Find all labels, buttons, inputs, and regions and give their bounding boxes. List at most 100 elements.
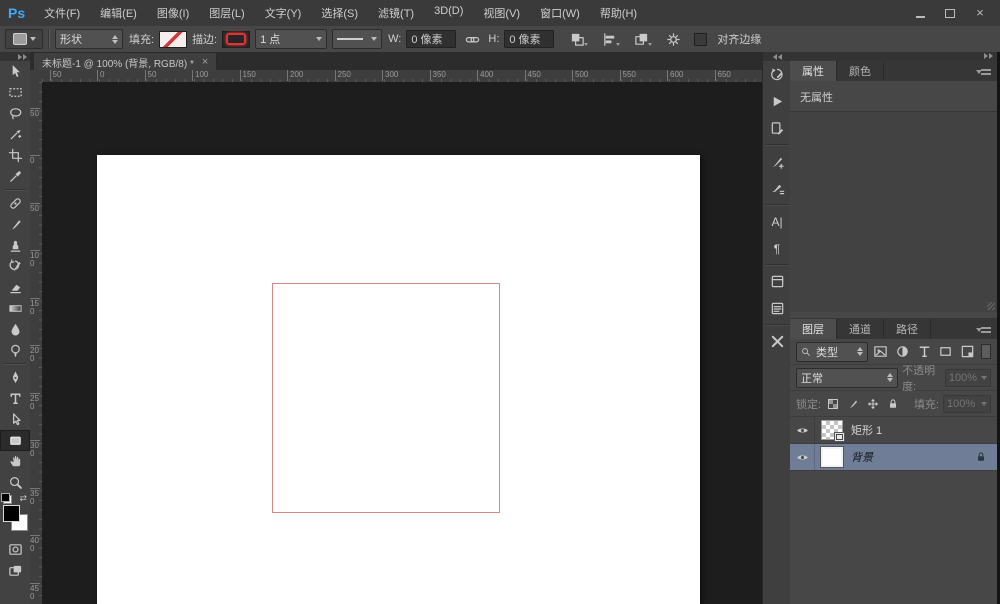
gradient-tool[interactable]	[0, 298, 30, 319]
stroke-type-select[interactable]	[332, 29, 382, 49]
filter-shape-layers-icon[interactable]	[937, 343, 955, 360]
hand-tool[interactable]	[0, 451, 30, 472]
blur-tool[interactable]	[0, 319, 30, 340]
collapse-panels-icon[interactable]	[790, 52, 997, 60]
width-field[interactable]: 0 像素	[406, 30, 456, 48]
tab-color[interactable]: 颜色	[837, 61, 884, 81]
layers-panel-menu-icon[interactable]	[977, 326, 991, 334]
menu-item[interactable]: 视图(V)	[474, 1, 529, 25]
collapse-tools-icon[interactable]	[0, 52, 30, 61]
pen-tool[interactable]	[0, 367, 30, 388]
tool-mode-select[interactable]: 形状	[55, 29, 123, 49]
brush-presets-panel-icon[interactable]	[763, 175, 791, 202]
minimize-icon[interactable]	[906, 4, 934, 22]
actions-panel-icon[interactable]	[763, 88, 791, 115]
character-panel-icon[interactable]: A|	[763, 208, 791, 235]
crop-tool[interactable]	[0, 145, 30, 166]
stroke-width-select[interactable]: 1 点	[255, 29, 327, 49]
align-edges-checkbox[interactable]	[694, 33, 707, 46]
quick-selection-tool[interactable]	[0, 124, 30, 145]
menu-item[interactable]: 图层(L)	[200, 1, 253, 25]
menu-item[interactable]: 3D(D)	[425, 1, 472, 25]
clone-stamp-tool[interactable]	[0, 235, 30, 256]
path-alignment-icon[interactable]	[598, 30, 620, 48]
fill-swatch[interactable]	[159, 31, 187, 48]
history-panel-icon[interactable]	[763, 61, 791, 88]
eyedropper-tool[interactable]	[0, 166, 30, 187]
tab-paths[interactable]: 路径	[884, 319, 931, 339]
eraser-tool[interactable]	[0, 277, 30, 298]
character-styles-panel-icon[interactable]	[763, 268, 791, 295]
paragraph-panel-icon[interactable]: ¶	[763, 235, 791, 262]
opacity-field[interactable]: 100%	[945, 369, 991, 387]
maximize-icon[interactable]	[936, 4, 964, 22]
tool-preset-icon[interactable]	[5, 29, 43, 49]
lock-position-icon[interactable]	[865, 396, 881, 412]
menu-item[interactable]: 窗口(W)	[531, 1, 589, 25]
layer-row-rectangle-1[interactable]: 矩形 1	[790, 417, 997, 444]
filter-toggle-switch[interactable]	[981, 344, 991, 359]
layer-name[interactable]: 矩形 1	[851, 422, 882, 438]
rectangle-tool[interactable]	[0, 430, 30, 451]
visibility-eye-icon[interactable]	[790, 444, 815, 470]
spot-healing-brush-tool[interactable]	[0, 193, 30, 214]
layer-name[interactable]: 背景	[851, 449, 873, 465]
gear-icon[interactable]	[662, 30, 684, 48]
brush-tool[interactable]	[0, 214, 30, 235]
menu-item[interactable]: 选择(S)	[312, 1, 367, 25]
zoom-tool[interactable]	[0, 472, 30, 493]
fill-value: 100%	[947, 398, 975, 410]
path-arrangement-icon[interactable]	[630, 30, 652, 48]
menu-item[interactable]: 编辑(E)	[91, 1, 146, 25]
dodge-tool[interactable]	[0, 340, 30, 361]
brush-panel-icon[interactable]	[763, 148, 791, 175]
close-icon[interactable]: ×	[966, 4, 994, 22]
height-field[interactable]: 0 像素	[504, 30, 554, 48]
swap-colors-icon[interactable]: ⇄	[19, 493, 27, 504]
lock-all-icon[interactable]	[885, 396, 901, 412]
default-colors-icon[interactable]	[3, 495, 12, 504]
history-brush-tool[interactable]	[0, 256, 30, 277]
document-tab[interactable]: 未标题-1 @ 100% (背景, RGB/8) * ×	[33, 52, 217, 71]
menu-item[interactable]: 滤镜(T)	[369, 1, 423, 25]
filter-adjustment-layers-icon[interactable]	[894, 343, 912, 360]
expand-dock-icon[interactable]	[763, 52, 791, 61]
move-tool[interactable]	[0, 61, 30, 82]
filter-type-layers-icon[interactable]	[915, 343, 933, 360]
tab-properties[interactable]: 属性	[790, 61, 837, 81]
lock-pixels-icon[interactable]	[845, 396, 861, 412]
stroke-swatch[interactable]	[222, 31, 250, 48]
link-dimensions-icon[interactable]	[461, 30, 483, 48]
menu-item[interactable]: 文件(F)	[35, 1, 89, 25]
close-document-icon[interactable]: ×	[202, 56, 208, 68]
properties-panel-menu-icon[interactable]	[977, 68, 991, 76]
visibility-eye-icon[interactable]	[790, 417, 815, 443]
quick-mask-button[interactable]	[0, 539, 30, 560]
filter-smart-objects-icon[interactable]	[959, 343, 977, 360]
layer-thumbnail[interactable]	[821, 420, 843, 440]
layer-row-background[interactable]: 背景	[790, 444, 997, 471]
layer-thumbnail[interactable]	[821, 447, 843, 467]
lock-transparency-icon[interactable]	[825, 396, 841, 412]
tool-presets-panel-icon[interactable]	[763, 115, 791, 142]
menu-item[interactable]: 图像(I)	[148, 1, 198, 25]
filter-pixel-layers-icon[interactable]	[872, 343, 890, 360]
rectangular-marquee-tool[interactable]	[0, 82, 30, 103]
blend-mode-select[interactable]: 正常	[796, 368, 898, 388]
notes-panel-icon[interactable]	[763, 328, 791, 355]
path-operations-icon[interactable]	[566, 30, 588, 48]
menu-item[interactable]: 文字(Y)	[256, 1, 311, 25]
paragraph-styles-panel-icon[interactable]	[763, 295, 791, 322]
filter-type-select[interactable]: 类型	[796, 342, 868, 362]
tab-channels[interactable]: 通道	[837, 319, 884, 339]
menu-item[interactable]: 帮助(H)	[591, 1, 646, 25]
lasso-tool[interactable]	[0, 103, 30, 124]
fill-field[interactable]: 100%	[943, 395, 991, 413]
path-selection-tool[interactable]	[0, 409, 30, 430]
tab-layers[interactable]: 图层	[790, 319, 837, 339]
screen-mode-button[interactable]	[0, 560, 30, 581]
panel-resize-grip[interactable]	[987, 302, 995, 310]
canvas[interactable]	[97, 155, 700, 604]
foreground-color-swatch[interactable]	[3, 505, 20, 522]
type-tool[interactable]	[0, 388, 30, 409]
